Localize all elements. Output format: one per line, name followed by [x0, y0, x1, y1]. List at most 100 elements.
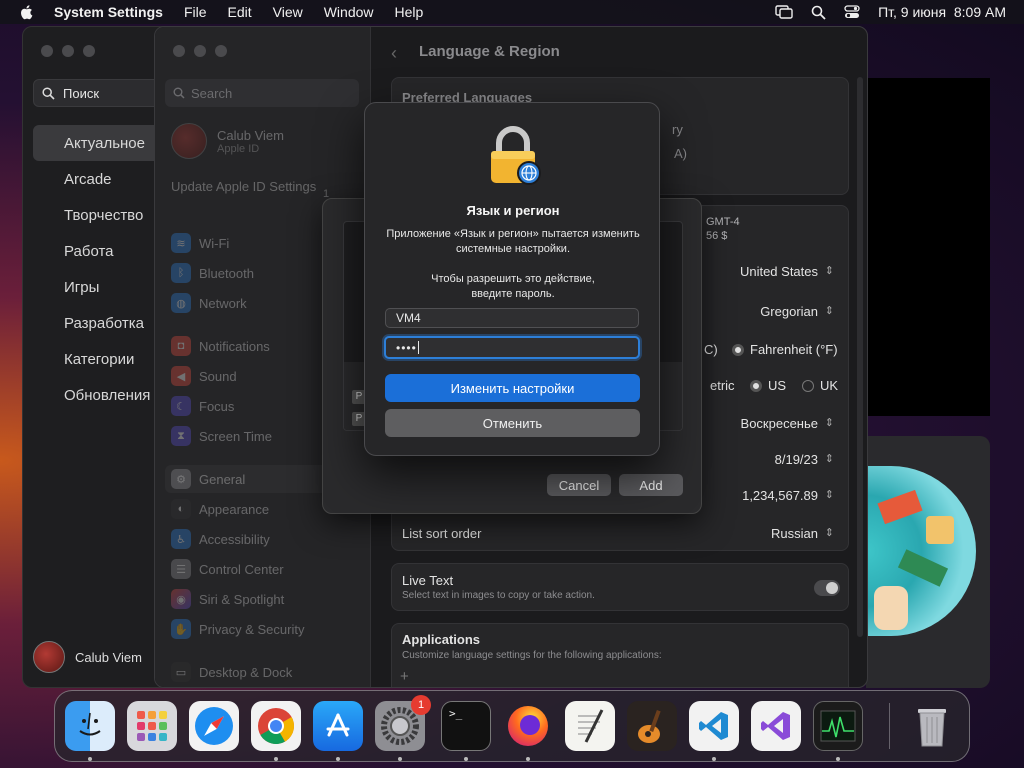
control-center-icon[interactable] [844, 5, 860, 19]
sidebar-item-wifi[interactable]: ≋ Wi-Fi [171, 232, 229, 254]
sidebar-item-notifications[interactable]: ◘ Notifications [171, 335, 270, 357]
region-value[interactable]: United States [740, 264, 818, 279]
sidebar-item-desktop-dock[interactable]: ▭ Desktop & Dock [171, 661, 292, 683]
store-user-account[interactable]: Calub Viem [33, 641, 142, 673]
speaker-icon: ◀ [171, 366, 191, 386]
sidebar-item-label: Control Center [199, 561, 284, 577]
apple-icon[interactable] [18, 3, 36, 21]
store-nav-develop[interactable]: Разработка [33, 305, 163, 341]
sidebar-item-siri-spotlight[interactable]: ◉ Siri & Spotlight [171, 588, 284, 610]
add-button[interactable]: Add [619, 474, 683, 496]
garageband-icon[interactable] [627, 701, 677, 751]
add-application-button[interactable]: + [400, 668, 409, 685]
store-nav-updates[interactable]: Обновления [33, 377, 163, 413]
vscode-icon[interactable] [689, 701, 739, 751]
store-nav-play[interactable]: Игры [33, 269, 163, 305]
cancel-button[interactable]: Cancel [547, 474, 611, 496]
store-search-field[interactable]: Поиск [33, 79, 163, 107]
sidebar-item-privacy-security[interactable]: ✋ Privacy & Security [171, 618, 304, 640]
sidebar-item-label: General [199, 471, 246, 487]
app-store-icon[interactable] [313, 701, 363, 751]
apple-id-profile[interactable]: Calub Viem Apple ID [171, 123, 284, 159]
applications-description: Customize language settings for the foll… [402, 650, 662, 661]
moon-icon: ☾ [171, 396, 191, 416]
chevron-updown-icon[interactable]: ⇕ [825, 264, 834, 277]
terminal-prompt: >_ [449, 707, 463, 720]
first-day-value[interactable]: Воскресенье [741, 416, 818, 431]
sidebar-item-general[interactable]: ⚙ General [171, 468, 245, 490]
sidebar-item-focus[interactable]: ☾ Focus [171, 395, 234, 417]
measurement-uk-radio[interactable] [802, 380, 814, 392]
chevron-left-icon[interactable]: ‹ [391, 43, 397, 64]
finder-icon[interactable] [65, 701, 115, 751]
store-nav-categories[interactable]: Категории [33, 341, 163, 377]
activity-monitor-icon[interactable] [813, 701, 863, 751]
sidebar-item-sound[interactable]: ◀ Sound [171, 365, 237, 387]
dock: 1 >_ [54, 690, 970, 762]
store-nav-discover[interactable]: Актуальное [33, 125, 163, 161]
store-nav-arcade[interactable]: Arcade [33, 161, 163, 197]
cancel-button[interactable]: Отменить [385, 409, 640, 437]
store-window-controls[interactable] [41, 45, 95, 57]
store-nav-work[interactable]: Работа [33, 233, 163, 269]
dialog-instruction: Чтобы разрешить это действие, введите па… [431, 273, 595, 300]
live-text-toggle[interactable] [814, 580, 840, 596]
settings-search-placeholder: Search [191, 85, 233, 101]
store-nav-create[interactable]: Творчество [33, 197, 163, 233]
modify-settings-button[interactable]: Изменить настройки [385, 374, 640, 402]
visual-studio-icon[interactable] [751, 701, 801, 751]
profile-subtitle: Apple ID [217, 142, 260, 155]
list-sort-order-value[interactable]: Russian [771, 526, 818, 541]
menu-file[interactable]: File [184, 4, 207, 20]
settings-window-controls[interactable] [173, 45, 227, 57]
chevron-updown-icon[interactable]: ⇕ [825, 416, 834, 429]
profile-name: Calub Viem [217, 127, 284, 143]
menu-edit[interactable]: Edit [228, 4, 252, 20]
username-field[interactable]: VM4 [385, 308, 639, 328]
sidebar-item-label: Bluetooth [199, 265, 254, 281]
chevron-updown-icon[interactable]: ⇕ [825, 452, 834, 465]
trash-icon[interactable] [907, 701, 957, 751]
firefox-icon[interactable] [503, 701, 553, 751]
chevron-updown-icon[interactable]: ⇕ [825, 526, 834, 539]
measurement-us-radio[interactable] [750, 380, 762, 392]
settings-search-input[interactable]: Search [165, 79, 359, 107]
temperature-fahrenheit-radio[interactable] [732, 344, 744, 356]
sidebar-item-accessibility[interactable]: ♿ Accessibility [171, 528, 270, 550]
siri-icon: ◉ [171, 589, 191, 609]
screen-mirroring-icon[interactable] [775, 5, 793, 19]
store-featured-banner[interactable] [868, 78, 990, 416]
sidebar-item-control-center[interactable]: ☰ Control Center [171, 558, 284, 580]
terminal-icon[interactable]: >_ [441, 701, 491, 751]
sidebar-item-appearance[interactable]: ◐ Appearance [171, 498, 269, 520]
timezone-preview: GMT-4 [706, 216, 740, 228]
password-field[interactable]: •••• [384, 336, 640, 359]
spotlight-search-icon[interactable] [811, 5, 826, 20]
sidebar-item-label: Network [199, 295, 247, 311]
textedit-icon[interactable] [565, 701, 615, 751]
chevron-updown-icon[interactable]: ⇕ [825, 304, 834, 317]
sidebar-item-screen-time[interactable]: ⧗ Screen Time [171, 425, 272, 447]
measurement-us-label: US [768, 378, 787, 393]
accessibility-icon: ♿ [171, 529, 191, 549]
sidebar-item-bluetooth[interactable]: ᛒ Bluetooth [171, 262, 254, 284]
number-format-value[interactable]: 1,234,567.89 [742, 488, 818, 503]
chevron-updown-icon[interactable]: ⇕ [825, 488, 834, 501]
settings-scrollbar[interactable] [857, 77, 863, 637]
date-format-value[interactable]: 8/19/23 [775, 452, 818, 467]
menu-app-name[interactable]: System Settings [54, 4, 163, 20]
chrome-icon[interactable] [251, 701, 301, 751]
safari-icon[interactable] [189, 701, 239, 751]
dialog-title: Язык и регион [466, 203, 560, 218]
calendar-value[interactable]: Gregorian [760, 304, 818, 319]
menu-window[interactable]: Window [324, 4, 374, 20]
live-text-label: Live Text [402, 573, 454, 588]
sidebar-item-network[interactable]: ◍ Network [171, 292, 247, 314]
update-apple-id-settings[interactable]: Update Apple ID Settings [171, 179, 321, 195]
store-sidebar-nav: Актуальное Arcade Творчество Работа Игры… [33, 125, 163, 413]
launchpad-icon[interactable] [127, 701, 177, 751]
menubar-clock[interactable]: Пт, 9 июня 8:09 AM [878, 4, 1006, 20]
menu-view[interactable]: View [273, 4, 303, 20]
menu-help[interactable]: Help [395, 4, 424, 20]
text-caret [417, 341, 419, 354]
